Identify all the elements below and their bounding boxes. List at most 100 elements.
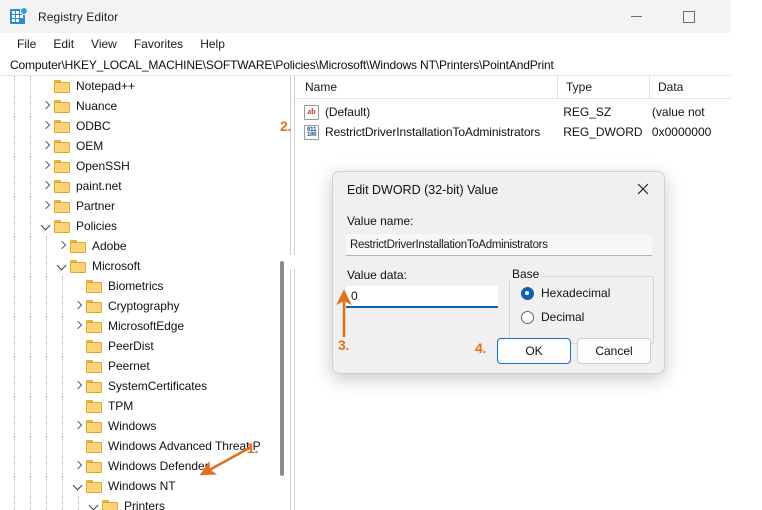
annotation-step-2: 2. <box>280 118 292 134</box>
chevron-down-icon[interactable] <box>70 476 86 496</box>
folder-icon <box>86 299 103 313</box>
address-bar[interactable]: Computer\HKEY_LOCAL_MACHINE\SOFTWARE\Pol… <box>0 55 731 76</box>
value-data-label: Value data: <box>347 268 407 282</box>
chevron-right-icon[interactable] <box>38 196 54 216</box>
tree-guide-line <box>14 296 16 316</box>
chevron-right-icon[interactable] <box>38 156 54 176</box>
close-icon[interactable] <box>622 172 664 206</box>
tree-guide-line <box>14 96 16 116</box>
tree-item-notepad[interactable]: Notepad++ <box>0 76 276 96</box>
chevron-right-icon[interactable] <box>38 116 54 136</box>
folder-icon <box>86 379 103 393</box>
chevron-right-icon[interactable] <box>70 456 86 476</box>
chevron-right-icon[interactable] <box>38 96 54 116</box>
tree-guide-line <box>46 496 48 510</box>
menubar: File Edit View Favorites Help <box>0 33 731 55</box>
tree-item-label: Microsoft <box>92 259 141 273</box>
folder-icon <box>70 259 87 273</box>
tree-item-cryptography[interactable]: Cryptography <box>0 296 276 316</box>
tree-item-printers[interactable]: Printers <box>0 496 276 510</box>
folder-icon <box>54 199 71 213</box>
tree-guide-line <box>46 296 48 316</box>
tree-item-nuance[interactable]: Nuance <box>0 96 276 116</box>
tree-guide-line <box>14 236 16 256</box>
menu-item-file[interactable]: File <box>9 35 45 53</box>
tree-item-windows[interactable]: Windows <box>0 416 276 436</box>
tree-guide-line <box>30 296 32 316</box>
tree-guide-line <box>30 116 32 136</box>
tree-indent-spacer <box>0 216 38 236</box>
chevron-right-icon[interactable] <box>54 236 70 256</box>
tree-item-label: PeerDist <box>108 339 154 353</box>
tree-item-tpm[interactable]: TPM <box>0 396 276 416</box>
chevron-down-icon[interactable] <box>86 496 102 510</box>
tree-item-peerdist[interactable]: PeerDist <box>0 336 276 356</box>
tree-guide-line <box>14 396 16 416</box>
value-list-header: Name Type Data <box>295 76 731 99</box>
value-type: REG_SZ <box>563 105 612 119</box>
tree-item-policies[interactable]: Policies <box>0 216 276 236</box>
tree-item-microsoft[interactable]: Microsoft <box>0 256 276 276</box>
tree-indent-spacer <box>0 356 70 376</box>
column-header-name[interactable]: Name <box>295 76 557 98</box>
chevron-down-icon[interactable] <box>38 216 54 236</box>
tree-item-biometrics[interactable]: Biometrics <box>0 276 276 296</box>
tree-guide-line <box>46 476 48 496</box>
tree-item-odbc[interactable]: ODBC <box>0 116 276 136</box>
radio-hexadecimal[interactable]: Hexadecimal <box>521 286 610 300</box>
radio-decimal[interactable]: Decimal <box>521 310 584 324</box>
tree-guide-line <box>30 496 32 510</box>
chevron-down-icon[interactable] <box>54 256 70 276</box>
tree-item-paint-net[interactable]: paint.net <box>0 176 276 196</box>
tree-indent-spacer <box>0 396 70 416</box>
chevron-right-icon[interactable] <box>70 376 86 396</box>
folder-icon <box>86 359 103 373</box>
folder-icon <box>54 79 71 93</box>
value-data-input[interactable] <box>346 286 498 308</box>
column-header-data[interactable]: Data <box>649 76 731 98</box>
tree-guide-line <box>46 336 48 356</box>
folder-icon <box>70 239 87 253</box>
folder-icon <box>86 439 103 453</box>
tree-guide-line <box>14 496 16 510</box>
value-name-input[interactable] <box>346 234 652 256</box>
chevron-right-icon[interactable] <box>70 416 86 436</box>
tree-item-oem[interactable]: OEM <box>0 136 276 156</box>
chevron-right-icon[interactable] <box>70 296 86 316</box>
tree-indent-spacer <box>0 436 70 456</box>
tree-guide-line <box>62 496 64 510</box>
menu-item-help[interactable]: Help <box>192 35 234 53</box>
tree-indent-spacer <box>0 476 70 496</box>
tree-guide-line <box>14 256 16 276</box>
chevron-right-icon[interactable] <box>38 176 54 196</box>
menu-item-favorites[interactable]: Favorites <box>126 35 192 53</box>
tree-guide-line <box>46 396 48 416</box>
cancel-button[interactable]: Cancel <box>577 338 651 364</box>
tree-item-adobe[interactable]: Adobe <box>0 236 276 256</box>
minimize-icon[interactable] <box>613 0 659 33</box>
table-row[interactable]: 011 100 RestrictDriverInstallationToAdmin… <box>295 122 731 142</box>
tree-guide-line <box>14 156 16 176</box>
window-title: Registry Editor <box>38 9 119 24</box>
chevron-placeholder <box>38 76 54 96</box>
ok-button[interactable]: OK <box>497 338 571 364</box>
tree-item-systemcertificates[interactable]: SystemCertificates <box>0 376 276 396</box>
tree-item-microsoftedge[interactable]: MicrosoftEdge <box>0 316 276 336</box>
tree-item-label: OEM <box>76 139 104 153</box>
chevron-right-icon[interactable] <box>38 136 54 156</box>
tree-item-partner[interactable]: Partner <box>0 196 276 216</box>
tree-indent-spacer <box>0 116 38 136</box>
tree-item-peernet[interactable]: Peernet <box>0 356 276 376</box>
chevron-placeholder <box>70 356 86 376</box>
tree-scrollbar-thumb[interactable] <box>280 261 284 476</box>
column-header-type[interactable]: Type <box>557 76 649 98</box>
value-data: (value not <box>651 105 705 119</box>
maximize-icon[interactable] <box>666 0 712 33</box>
menu-item-edit[interactable]: Edit <box>45 35 83 53</box>
table-row[interactable]: ab (Default) REG_SZ (value not <box>295 102 731 122</box>
tree-item-openssh[interactable]: OpenSSH <box>0 156 276 176</box>
menu-item-view[interactable]: View <box>83 35 126 53</box>
tree-guide-line <box>14 176 16 196</box>
chevron-right-icon[interactable] <box>70 316 86 336</box>
tree-vertical-scrollbar[interactable] <box>276 76 290 510</box>
